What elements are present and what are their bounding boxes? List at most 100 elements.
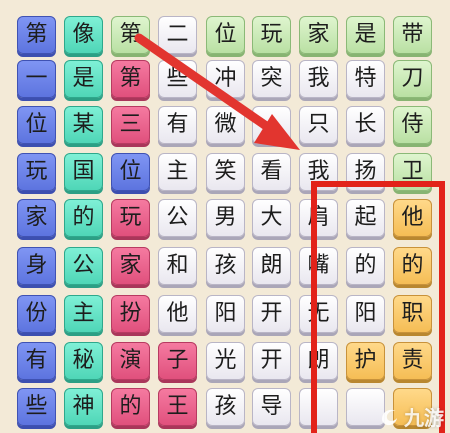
tile-r2-c3[interactable]: 第 — [111, 60, 150, 98]
tile-r5-c8[interactable]: 起 — [346, 199, 385, 237]
tile-r7-c9[interactable]: 职 — [393, 295, 432, 333]
tile-r3-c5[interactable]: 微 — [206, 106, 245, 144]
tile-r4-c2[interactable]: 国 — [64, 153, 103, 191]
tile-r8-c4[interactable]: 子 — [158, 342, 197, 380]
tile-char: 家 — [25, 205, 48, 230]
tile-r3-c1[interactable]: 位 — [17, 106, 56, 144]
tile-r5-c5[interactable]: 男 — [206, 199, 245, 237]
tile-r5-c6[interactable]: 大 — [252, 199, 291, 237]
tile-char: 某 — [72, 112, 95, 137]
tile-r8-c5[interactable]: 光 — [206, 342, 245, 380]
tile-r2-c2[interactable]: 是 — [64, 60, 103, 98]
watermark: 九游 — [378, 402, 444, 431]
tile-r4-c6[interactable]: 看 — [252, 153, 291, 191]
tile-r7-c2[interactable]: 主 — [64, 295, 103, 333]
tile-r1-c2[interactable]: 像 — [64, 16, 103, 54]
tile-r1-c4[interactable]: 二 — [158, 16, 197, 54]
tile-r9-c5[interactable]: 孩 — [206, 388, 245, 426]
tile-char: 他 — [166, 301, 189, 326]
tile-r2-c5[interactable]: 冲 — [206, 60, 245, 98]
tile-char: 他 — [401, 205, 424, 230]
tile-r1-c7[interactable]: 家 — [299, 16, 338, 54]
tile-r1-c5[interactable]: 位 — [206, 16, 245, 54]
tile-char: 大 — [260, 205, 283, 230]
tile-r6-c9[interactable]: 的 — [393, 247, 432, 285]
tile-r6-c7[interactable]: 嘴 — [299, 247, 338, 285]
tile-r3-c4[interactable]: 有 — [158, 106, 197, 144]
tile-r7-c5[interactable]: 阳 — [206, 295, 245, 333]
tile-r8-c3[interactable]: 演 — [111, 342, 150, 380]
tile-char: 扮 — [119, 301, 142, 326]
tile-r6-c5[interactable]: 孩 — [206, 247, 245, 285]
tile-r2-c9[interactable]: 刀 — [393, 60, 432, 98]
tile-r5-c2[interactable]: 的 — [64, 199, 103, 237]
tile-r5-c4[interactable]: 公 — [158, 199, 197, 237]
tile-r1-c6[interactable]: 玩 — [252, 16, 291, 54]
tile-r4-c8[interactable]: 扬 — [346, 153, 385, 191]
tile-char: 第 — [119, 66, 142, 91]
tile-char: 子 — [166, 348, 189, 373]
tile-r1-c1[interactable]: 第 — [17, 16, 56, 54]
tile-r5-c1[interactable]: 家 — [17, 199, 56, 237]
tile-r6-c3[interactable]: 家 — [111, 247, 150, 285]
tile-r4-c5[interactable]: 笑 — [206, 153, 245, 191]
tile-r3-c7[interactable]: 只 — [299, 106, 338, 144]
tile-r2-c8[interactable]: 特 — [346, 60, 385, 98]
tile-char: 份 — [25, 301, 48, 326]
tile-r7-c7[interactable]: 无 — [299, 295, 338, 333]
tile-r3-c6[interactable] — [252, 106, 291, 144]
tile-r3-c2[interactable]: 某 — [64, 106, 103, 144]
tile-r2-c6[interactable]: 突 — [252, 60, 291, 98]
tile-r7-c4[interactable]: 他 — [158, 295, 197, 333]
tile-r1-c8[interactable]: 是 — [346, 16, 385, 54]
tile-r6-c1[interactable]: 身 — [17, 247, 56, 285]
tile-r7-c3[interactable]: 扮 — [111, 295, 150, 333]
tile-r6-c8[interactable]: 的 — [346, 247, 385, 285]
tile-r6-c2[interactable]: 公 — [64, 247, 103, 285]
tile-r8-c8[interactable]: 护 — [346, 342, 385, 380]
tile-r9-c2[interactable]: 神 — [64, 388, 103, 426]
tile-r1-c3[interactable]: 第 — [111, 16, 150, 54]
tile-char: 些 — [166, 66, 189, 91]
tile-char: 的 — [72, 205, 95, 230]
tile-r4-c4[interactable]: 主 — [158, 153, 197, 191]
tile-r9-c4[interactable]: 王 — [158, 388, 197, 426]
tile-char: 有 — [25, 348, 48, 373]
tile-r5-c9[interactable]: 他 — [393, 199, 432, 237]
tile-char: 光 — [214, 348, 237, 373]
tile-r4-c1[interactable]: 玩 — [17, 153, 56, 191]
tile-r2-c1[interactable]: 一 — [17, 60, 56, 98]
tile-r1-c9[interactable]: 带 — [393, 16, 432, 54]
tile-r4-c7[interactable]: 我 — [299, 153, 338, 191]
tile-r9-c6[interactable]: 导 — [252, 388, 291, 426]
tile-r5-c7[interactable]: 肩 — [299, 199, 338, 237]
tile-r5-c3[interactable]: 玩 — [111, 199, 150, 237]
tile-r8-c7[interactable]: 朗 — [299, 342, 338, 380]
tile-char: 一 — [25, 66, 48, 91]
tile-r8-c1[interactable]: 有 — [17, 342, 56, 380]
tile-r7-c1[interactable]: 份 — [17, 295, 56, 333]
tile-char: 像 — [72, 22, 95, 47]
tile-r8-c9[interactable]: 责 — [393, 342, 432, 380]
tile-r8-c6[interactable]: 开 — [252, 342, 291, 380]
tile-r9-c1[interactable]: 些 — [17, 388, 56, 426]
tile-r7-c8[interactable]: 阳 — [346, 295, 385, 333]
tile-r9-c7[interactable] — [299, 388, 338, 426]
tile-r6-c6[interactable]: 朗 — [252, 247, 291, 285]
tile-r4-c9[interactable]: 卫 — [393, 153, 432, 191]
tile-r4-c3[interactable]: 位 — [111, 153, 150, 191]
tile-char: 阳 — [214, 301, 237, 326]
tile-r2-c7[interactable]: 我 — [299, 60, 338, 98]
tile-r3-c9[interactable]: 侍 — [393, 106, 432, 144]
tile-r9-c3[interactable]: 的 — [111, 388, 150, 426]
tile-char: 嘴 — [307, 253, 330, 278]
tile-char: 主 — [72, 301, 95, 326]
tile-r3-c8[interactable]: 长 — [346, 106, 385, 144]
tile-r8-c2[interactable]: 秘 — [64, 342, 103, 380]
tile-r2-c4[interactable]: 些 — [158, 60, 197, 98]
tile-r7-c6[interactable]: 开 — [252, 295, 291, 333]
tile-char: 朗 — [307, 348, 330, 373]
tile-r3-c3[interactable]: 三 — [111, 106, 150, 144]
tile-char: 和 — [166, 253, 189, 278]
tile-r6-c4[interactable]: 和 — [158, 247, 197, 285]
